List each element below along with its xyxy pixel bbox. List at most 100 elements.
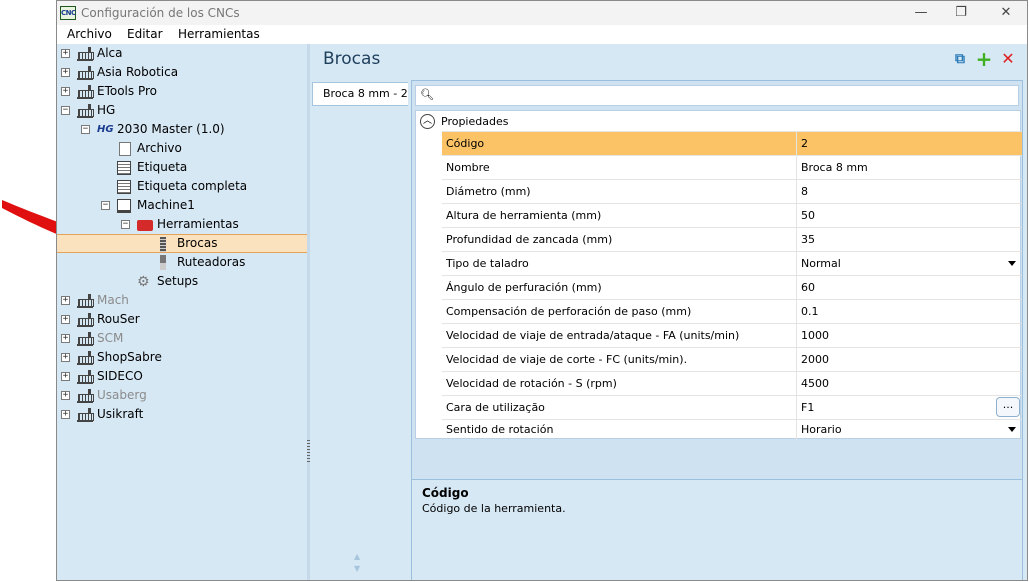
property-name: Cara de utilização xyxy=(446,401,545,414)
property-row-nombre[interactable]: Nombre Broca 8 mm xyxy=(442,155,1022,179)
minimize-button[interactable]: — xyxy=(907,4,935,22)
property-row-codigo[interactable]: Código 2 xyxy=(442,131,1022,155)
property-row-cara[interactable]: Cara de utilização F1 ... xyxy=(442,395,1022,419)
column-divider xyxy=(796,396,797,419)
router-bit-icon xyxy=(160,255,166,270)
property-value[interactable]: 60 xyxy=(801,281,815,294)
add-icon[interactable]: + xyxy=(975,49,993,69)
tree-item-2030-master[interactable]: − HG 2030 Master (1.0) xyxy=(57,120,307,139)
property-value[interactable]: F1 xyxy=(801,401,814,414)
expand-icon[interactable]: + xyxy=(61,353,70,362)
tree-item-label: ETools Pro xyxy=(97,84,157,98)
menu-bar: Archivo Editar Herramientas xyxy=(57,25,1027,44)
delete-icon[interactable]: ✕ xyxy=(999,50,1017,68)
tree-item-rouser[interactable]: + RouSer xyxy=(57,310,307,329)
ellipsis-button[interactable]: ... xyxy=(996,397,1020,417)
copy-icon[interactable]: ⧉ xyxy=(951,50,969,68)
property-value[interactable]: Horario xyxy=(801,423,842,436)
tree-item-usaberg[interactable]: + Usaberg xyxy=(57,386,307,405)
property-value[interactable]: 2 xyxy=(801,137,808,150)
collapse-icon[interactable]: − xyxy=(61,106,70,115)
factory-icon xyxy=(77,85,94,99)
property-row-compensacion[interactable]: Compensación de perforación de paso (mm)… xyxy=(442,299,1022,323)
expand-icon[interactable]: + xyxy=(61,372,70,381)
scroll-down-icon[interactable]: ▼ xyxy=(354,564,360,573)
factory-icon xyxy=(77,294,94,308)
tree-item-setups[interactable]: ⚙ Setups xyxy=(57,272,307,291)
menu-archivo[interactable]: Archivo xyxy=(67,27,112,41)
close-button[interactable]: ✕ xyxy=(992,4,1020,22)
tree-item-etiqueta[interactable]: Etiqueta xyxy=(57,158,307,177)
property-value[interactable]: 2000 xyxy=(801,353,829,366)
property-value[interactable]: Normal xyxy=(801,257,841,270)
property-value[interactable]: 4500 xyxy=(801,377,829,390)
property-panel: 🔍︎ ︿ Propiedades Código 2 Nombre Broca 8… xyxy=(411,80,1023,580)
tree-item-scm[interactable]: + SCM xyxy=(57,329,307,348)
grid-gutter xyxy=(416,131,442,438)
property-row-velocidad-rotacion[interactable]: Velocidad de rotación - S (rpm) 4500 xyxy=(442,371,1022,395)
tree-item-hg[interactable]: − HG xyxy=(57,101,307,120)
property-value[interactable]: 35 xyxy=(801,233,815,246)
expand-icon[interactable]: + xyxy=(61,410,70,419)
collapse-icon[interactable]: − xyxy=(121,220,130,229)
tree-item-label: Usaberg xyxy=(97,388,147,402)
tree-item-mach[interactable]: + Mach xyxy=(57,291,307,310)
menu-herramientas[interactable]: Herramientas xyxy=(178,27,260,41)
expand-icon[interactable]: + xyxy=(61,68,70,77)
chevron-up-icon[interactable]: ︿ xyxy=(420,114,435,129)
property-row-velocidad-corte[interactable]: Velocidad de viaje de corte - FC (units/… xyxy=(442,347,1022,371)
tree-item-usikraft[interactable]: + Usikraft xyxy=(57,405,307,424)
property-value[interactable]: 1000 xyxy=(801,329,829,342)
category-header[interactable]: ︿ Propiedades xyxy=(416,111,1020,131)
tree-item-etiqueta-completa[interactable]: Etiqueta completa xyxy=(57,177,307,196)
property-row-velocidad-entrada[interactable]: Velocidad de viaje de entrada/ataque - F… xyxy=(442,323,1022,347)
property-value[interactable]: Broca 8 mm xyxy=(801,161,868,174)
property-row-sentido[interactable]: Sentido de rotación Horario xyxy=(442,419,1022,440)
collapse-icon[interactable]: − xyxy=(101,201,110,210)
expand-icon[interactable]: + xyxy=(61,87,70,96)
tree-item-brocas[interactable]: Brocas xyxy=(57,234,307,253)
property-row-tipo-taladro[interactable]: Tipo de taladro Normal xyxy=(442,251,1022,275)
dropdown-arrow-icon[interactable] xyxy=(1008,261,1016,266)
tree-item-label: HG xyxy=(97,103,116,117)
tree-item-label: Brocas xyxy=(177,236,218,250)
machine-tree: + Alca + Asia Robotica + ETools Pro − HG… xyxy=(57,44,307,580)
search-input[interactable]: 🔍︎ xyxy=(415,85,1019,106)
property-row-angulo[interactable]: Ángulo de perfuración (mm) 60 xyxy=(442,275,1022,299)
property-value[interactable]: 50 xyxy=(801,209,815,222)
dropdown-arrow-icon[interactable] xyxy=(1008,427,1016,432)
scroll-up-icon[interactable]: ▲ xyxy=(354,552,360,561)
expand-icon[interactable]: + xyxy=(61,391,70,400)
tree-item-etools-pro[interactable]: + ETools Pro xyxy=(57,82,307,101)
restore-button[interactable]: ❐ xyxy=(947,4,975,22)
expand-icon[interactable]: + xyxy=(61,315,70,324)
column-divider xyxy=(796,204,797,227)
tree-item-shopsabre[interactable]: + ShopSabre xyxy=(57,348,307,367)
collapse-icon[interactable]: − xyxy=(81,125,90,134)
factory-icon xyxy=(77,370,94,384)
tree-item-sideco[interactable]: + SIDECO xyxy=(57,367,307,386)
tree-item-alca[interactable]: + Alca xyxy=(57,44,307,63)
expand-icon[interactable]: + xyxy=(61,334,70,343)
property-value[interactable]: 0.1 xyxy=(801,305,819,318)
expand-icon[interactable]: + xyxy=(61,49,70,58)
toolbox-icon xyxy=(137,220,153,231)
property-row-profundidad[interactable]: Profundidad de zancada (mm) 35 xyxy=(442,227,1022,251)
tree-item-archivo[interactable]: Archivo xyxy=(57,139,307,158)
property-row-altura[interactable]: Altura de herramienta (mm) 50 xyxy=(442,203,1022,227)
menu-editar[interactable]: Editar xyxy=(127,27,163,41)
tree-item-asia-robotica[interactable]: + Asia Robotica xyxy=(57,63,307,82)
property-value[interactable]: 8 xyxy=(801,185,808,198)
page-title: Brocas xyxy=(323,49,381,69)
tree-item-ruteadoras[interactable]: Ruteadoras xyxy=(57,253,307,272)
factory-icon xyxy=(77,408,94,422)
tab-broca-8mm[interactable]: Broca 8 mm - 2 xyxy=(312,82,408,106)
column-divider xyxy=(796,252,797,275)
tree-item-herramientas[interactable]: − Herramientas xyxy=(57,215,307,234)
tree-item-machine1[interactable]: − Machine1 xyxy=(57,196,307,215)
property-grid: ︿ Propiedades Código 2 Nombre Broca 8 mm… xyxy=(415,110,1022,440)
property-row-diametro[interactable]: Diámetro (mm) 8 xyxy=(442,179,1022,203)
title-bar: CNC Configuración de los CNCs — ❐ ✕ xyxy=(57,1,1027,25)
expand-icon[interactable]: + xyxy=(61,296,70,305)
property-name: Profundidad de zancada (mm) xyxy=(446,233,613,246)
